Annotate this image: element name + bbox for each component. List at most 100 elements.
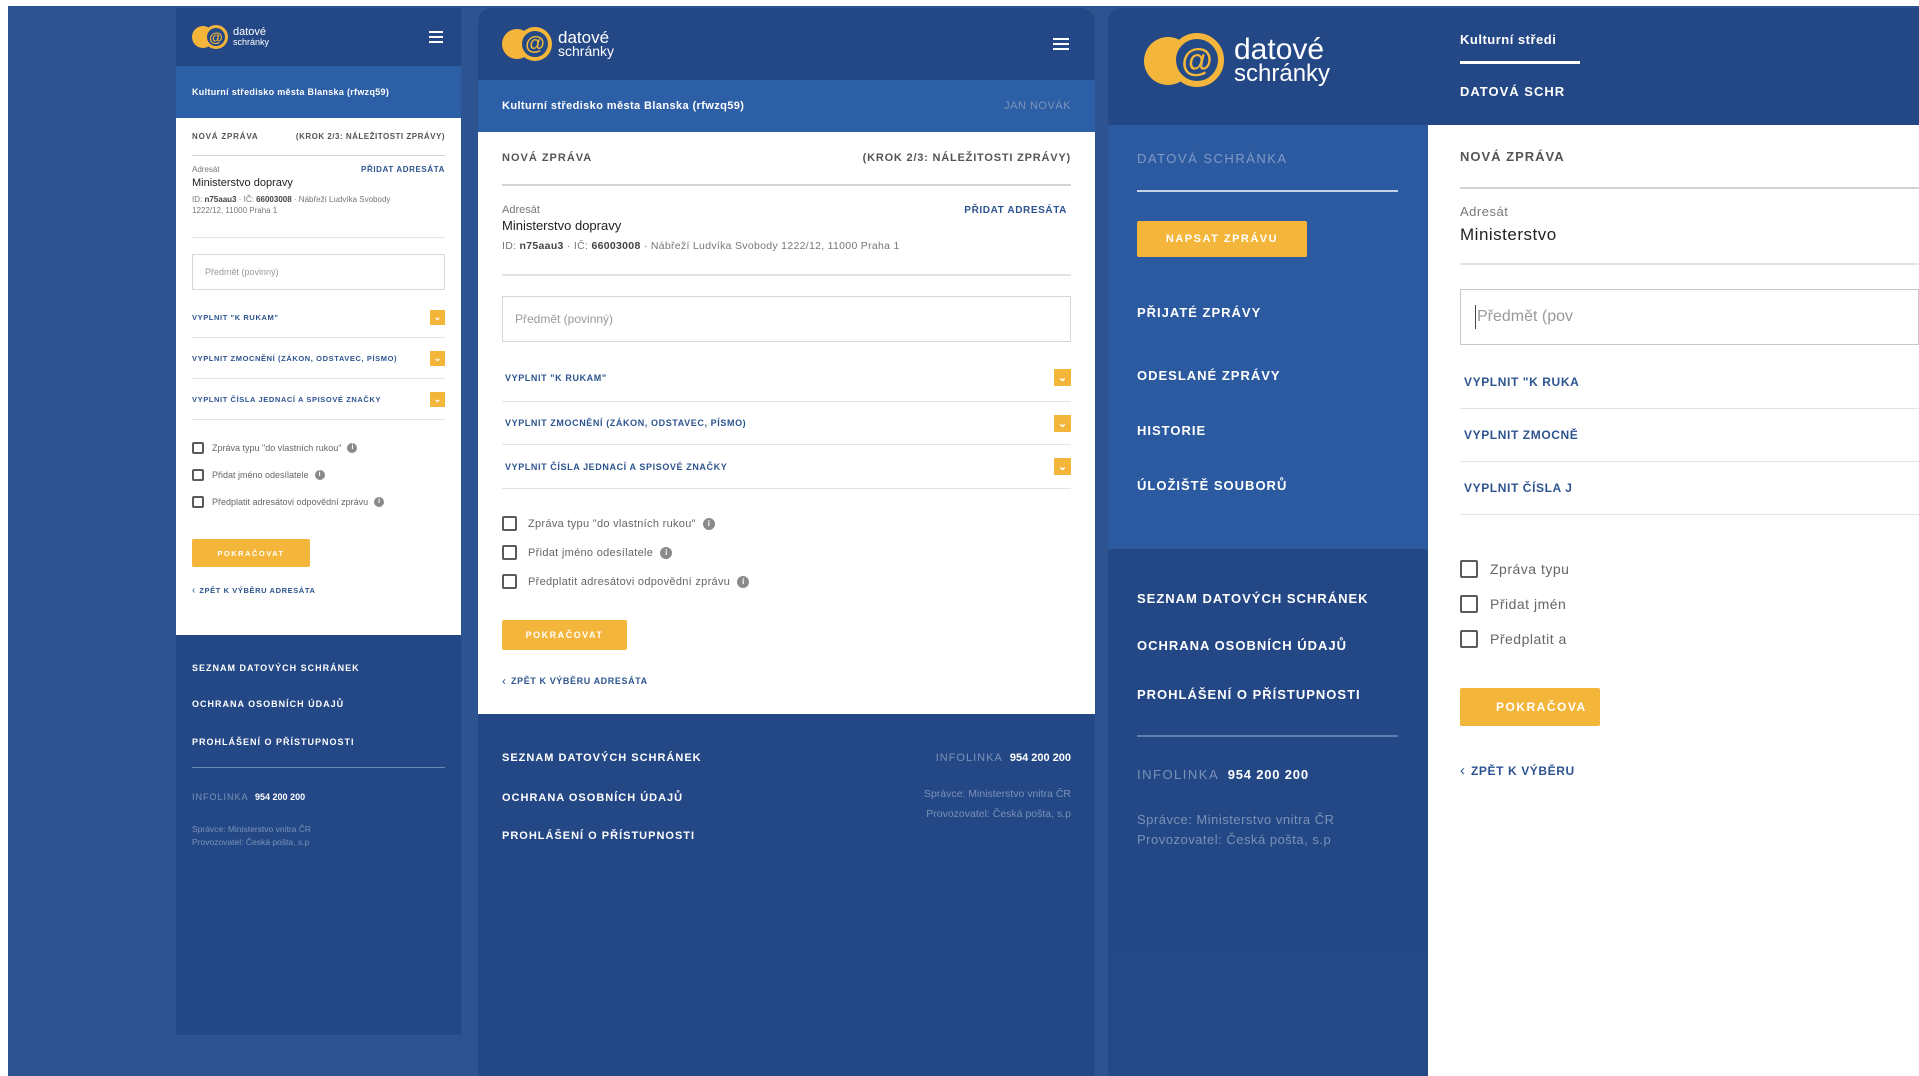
form-title: NOVÁ ZPRÁVA — [502, 152, 593, 164]
infoline-label: INFOLINKA — [935, 752, 1003, 764]
logo: @ datové schránky — [1144, 32, 1428, 88]
tab-datova-schranka[interactable]: DATOVÁ SCHR — [1460, 84, 1919, 99]
checkbox-row[interactable]: Přidat jméno odesílatele i — [192, 461, 445, 488]
info-icon[interactable]: i — [702, 517, 715, 530]
user-name[interactable]: JAN NOVÁK — [1004, 100, 1071, 112]
options-list: Zpráva typu "do vlastních rukou" i Přida… — [192, 434, 445, 515]
infoline-number[interactable]: 954 200 200 — [255, 792, 305, 802]
infoline-number[interactable]: 954 200 200 — [1010, 752, 1071, 764]
expander-cisla-jednaci[interactable]: VYPLNIT ČÍSLA JEDNACÍ A SPISOVÉ ZNAČKY ⌄ — [192, 379, 445, 420]
subject-input[interactable]: Předmět (pov — [1460, 289, 1919, 345]
back-link-label: ZPĚT K VÝBĚRU — [1471, 763, 1575, 778]
back-link-label: ZPĚT K VÝBĚRU ADRESÁTA — [199, 586, 316, 595]
back-link[interactable]: ‹ ZPĚT K VÝBĚRU — [1460, 762, 1919, 779]
footer: SEZNAM DATOVÝCH SCHRÁNEK OCHRANA OSOBNÍC… — [1108, 549, 1428, 949]
add-recipient-link[interactable]: PŘIDAT ADRESÁTA — [964, 205, 1067, 216]
footer-link-registry[interactable]: SEZNAM DATOVÝCH SCHRÁNEK — [1137, 591, 1398, 638]
recipient-label: Adresát — [192, 165, 220, 174]
checkbox-row[interactable]: Přidat jmén — [1460, 586, 1919, 621]
subject-input[interactable]: Předmět (povinný) — [502, 296, 1071, 342]
checkbox-row[interactable]: Přidat jméno odesílatele i — [502, 538, 1071, 567]
checkbox-row[interactable]: Předplatit a — [1460, 621, 1919, 656]
checkbox-row[interactable]: Zpráva typu "do vlastních rukou" i — [502, 509, 1071, 538]
footer-link-accessibility[interactable]: PROHLÁŠENÍ O PŘÍSTUPNOSTI — [1137, 687, 1398, 735]
checkbox[interactable] — [1460, 559, 1478, 578]
checkbox[interactable] — [1460, 629, 1478, 648]
chevron-down-icon: ⌄ — [1054, 458, 1071, 475]
logo-text-2: schránky — [558, 43, 615, 60]
info-icon[interactable]: i — [314, 469, 325, 480]
expander-cisla-jednaci[interactable]: VYPLNIT ČÍSLA J — [1460, 462, 1919, 515]
info-icon[interactable]: i — [660, 546, 673, 559]
address-line-2: 1222/12, 11000 Praha 1 — [192, 205, 278, 215]
expander-k-rukam[interactable]: VYPLNIT "K RUKAM" ⌄ — [502, 354, 1071, 402]
id-label: ID: — [502, 240, 517, 252]
logo: @ datové schránky — [502, 26, 614, 62]
subject-input[interactable]: Předmět (povinný) — [192, 254, 445, 290]
checkbox[interactable] — [192, 468, 204, 481]
checkbox[interactable] — [192, 495, 204, 508]
admin-text: Správce: Ministerstvo vnitra ČR — [923, 788, 1071, 800]
info-icon[interactable]: i — [737, 575, 750, 588]
checkbox-label: Přidat jmén — [1490, 595, 1567, 612]
ic-label: · IČ: — [566, 240, 589, 252]
checkbox-row[interactable]: Zpráva typu — [1460, 551, 1919, 586]
nav-inbox[interactable]: PŘIJATÉ ZPRÁVY — [1137, 305, 1398, 320]
nav-sent[interactable]: ODESLANÉ ZPRÁVY — [1137, 368, 1398, 383]
checkbox[interactable] — [502, 516, 517, 531]
expander-cisla-jednaci[interactable]: VYPLNIT ČÍSLA JEDNACÍ A SPISOVÉ ZNAČKY ⌄ — [502, 445, 1071, 489]
id-value: n75aau3 — [204, 195, 237, 204]
back-link[interactable]: ‹ ZPĚT K VÝBĚRU ADRESÁTA — [192, 585, 445, 596]
compose-button[interactable]: NAPSAT ZPRÁVU — [1137, 221, 1307, 257]
sidebar-header: @ datové schránky — [1108, 8, 1428, 125]
footer-link-privacy[interactable]: OCHRANA OSOBNÍCH ÚDAJŮ — [192, 699, 445, 737]
add-recipient-link[interactable]: PŘIDAT ADRESÁTA — [361, 165, 445, 174]
recipient-label: Adresát — [1460, 204, 1509, 219]
address: · Nábřeží Ludvíka Svobody 1222/12, 11000… — [643, 240, 900, 252]
content-header: Kulturní středi DATOVÁ SCHR — [1428, 8, 1919, 125]
footer-link-registry[interactable]: SEZNAM DATOVÝCH SCHRÁNEK — [192, 663, 445, 699]
continue-button[interactable]: POKRAČOVA — [1460, 688, 1600, 726]
checkbox-label: Předplatit a — [1490, 630, 1567, 647]
expander-k-rukam[interactable]: VYPLNIT "K RUKAM" ⌄ — [192, 298, 445, 338]
checkbox-row[interactable]: Předplatit adresátovi odpovědní zprávu i — [192, 488, 445, 515]
admin-text: Správce: Ministerstvo vnitra ČR — [192, 824, 312, 834]
back-link[interactable]: ‹ ZPĚT K VÝBĚRU ADRESÁTA — [502, 674, 1071, 688]
checkbox[interactable] — [502, 545, 517, 560]
nav-file-storage[interactable]: ÚLOŽIŠTĚ SOUBORŮ — [1137, 478, 1398, 493]
checkbox-label: Přidat jméno odesílatele — [528, 546, 654, 559]
info-icon[interactable]: i — [347, 442, 358, 453]
expander-k-rukam[interactable]: VYPLNIT "K RUKA — [1460, 355, 1919, 409]
logo-at-icon: @ — [502, 26, 554, 62]
checkbox[interactable] — [192, 441, 204, 454]
checkbox-row[interactable]: Předplatit adresátovi odpovědní zprávu i — [502, 567, 1071, 596]
info-icon[interactable]: i — [374, 496, 385, 507]
checkbox-label: Zpráva typu "do vlastních rukou" — [528, 517, 696, 530]
operator-text: Provozovatel: Česká pošta, s.p — [926, 808, 1071, 820]
menu-icon[interactable] — [429, 31, 443, 43]
expander-zmocneni[interactable]: VYPLNIT ZMOCNĚ — [1460, 409, 1919, 462]
form-card: NOVÁ ZPRÁVA (KROK 2/3: NÁLEŽITOSTI ZPRÁV… — [478, 132, 1095, 714]
checkbox-label: Předplatit adresátovi odpovědní zprávu — [212, 496, 369, 507]
checkbox[interactable] — [502, 574, 517, 589]
expander-zmocneni[interactable]: VYPLNIT ZMOCNĚNÍ (ZÁKON, ODSTAVEC, PÍSMO… — [192, 338, 445, 379]
checkbox-label: Zpráva typu "do vlastních rukou" — [212, 442, 342, 453]
checkbox-row[interactable]: Zpráva typu "do vlastních rukou" i — [192, 434, 445, 461]
infoline-number[interactable]: 954 200 200 — [1228, 767, 1309, 782]
footer-link-accessibility[interactable]: PROHLÁŠENÍ O PŘÍSTUPNOSTI — [502, 830, 1071, 842]
checkbox[interactable] — [1460, 594, 1478, 613]
nav-history[interactable]: HISTORIE — [1137, 423, 1398, 438]
menu-icon[interactable] — [1053, 38, 1069, 50]
infoline: INFOLINKA 954 200 200 — [1137, 767, 1398, 782]
footer-divider — [192, 767, 445, 768]
continue-button[interactable]: POKRAČOVAT — [502, 620, 627, 650]
footer-link-privacy[interactable]: OCHRANA OSOBNÍCH ÚDAJŮ — [1137, 638, 1398, 687]
infoline-label: INFOLINKA — [1137, 767, 1220, 782]
org-name: Kulturní středisko města Blanska (rfwzq5… — [502, 100, 745, 112]
footer-link-accessibility[interactable]: PROHLÁŠENÍ O PŘÍSTUPNOSTI — [192, 737, 445, 767]
continue-button[interactable]: POKRAČOVAT — [192, 539, 310, 567]
checkbox-label: Zpráva typu — [1490, 560, 1570, 577]
expander-zmocneni[interactable]: VYPLNIT ZMOCNĚNÍ (ZÁKON, ODSTAVEC, PÍSMO… — [502, 402, 1071, 445]
top-bar: @ datové schránky — [478, 8, 1095, 80]
ic-value: 66003008 — [256, 195, 292, 204]
